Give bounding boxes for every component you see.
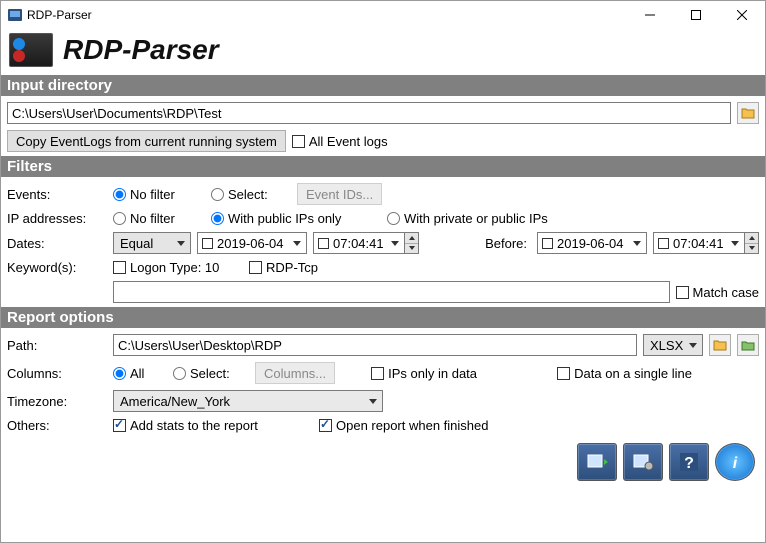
keyword-rdptcp-checkbox[interactable]: RDP-Tcp: [249, 260, 318, 275]
folder-icon: [741, 107, 755, 119]
folder-icon: [713, 339, 727, 351]
events-label: Events:: [7, 187, 107, 202]
date-to-picker[interactable]: 2019-06-04: [537, 232, 647, 254]
columns-button[interactable]: Columns...: [255, 362, 335, 384]
event-ids-button[interactable]: Event IDs...: [297, 183, 382, 205]
svg-text:?: ?: [684, 455, 694, 472]
dates-mode-dropdown[interactable]: Equal: [113, 232, 191, 254]
single-line-checkbox[interactable]: Data on a single line: [557, 366, 692, 381]
help-icon: ?: [678, 451, 700, 473]
info-icon: i: [724, 451, 746, 473]
open-report-checkbox[interactable]: Open report when finished: [319, 418, 488, 433]
others-label: Others:: [7, 418, 107, 433]
time-to-spinner[interactable]: [745, 232, 759, 254]
open-report-folder-button[interactable]: [737, 334, 759, 356]
time-from-spinner[interactable]: [405, 232, 419, 254]
help-button[interactable]: ?: [669, 443, 709, 481]
browse-report-path-button[interactable]: [709, 334, 731, 356]
run-button[interactable]: [577, 443, 617, 481]
ip-private-public-radio[interactable]: With private or public IPs: [387, 211, 548, 226]
input-directory-field[interactable]: [7, 102, 731, 124]
app-icon: [7, 7, 23, 23]
timezone-dropdown[interactable]: America/New_York: [113, 390, 383, 412]
maximize-button[interactable]: [673, 1, 719, 29]
report-path-label: Path:: [7, 338, 107, 353]
section-input-directory: Input directory: [1, 75, 765, 96]
time-from-picker[interactable]: 07:04:41: [313, 232, 405, 254]
copy-eventlogs-button[interactable]: Copy EventLogs from current running syst…: [7, 130, 286, 152]
all-event-logs-checkbox[interactable]: All Event logs: [292, 134, 388, 149]
dates-label: Dates:: [7, 236, 107, 251]
ips-only-checkbox[interactable]: IPs only in data: [371, 366, 521, 381]
timezone-label: Timezone:: [7, 394, 107, 409]
section-filters: Filters: [1, 156, 765, 177]
keyword-logon-checkbox[interactable]: Logon Type: 10: [113, 260, 243, 275]
ip-label: IP addresses:: [7, 211, 107, 226]
app-logo: [9, 33, 53, 67]
about-button[interactable]: i: [715, 443, 755, 481]
ip-no-filter-radio[interactable]: No filter: [113, 211, 205, 226]
before-label: Before:: [485, 236, 527, 251]
ip-public-only-radio[interactable]: With public IPs only: [211, 211, 381, 226]
svg-text:i: i: [733, 455, 738, 472]
date-from-picker[interactable]: 2019-06-04: [197, 232, 307, 254]
section-report-options: Report options: [1, 307, 765, 328]
report-format-dropdown[interactable]: XLSX: [643, 334, 703, 356]
window-title: RDP-Parser: [27, 8, 92, 22]
browse-input-dir-button[interactable]: [737, 102, 759, 124]
settings-button[interactable]: [623, 443, 663, 481]
time-to-picker[interactable]: 07:04:41: [653, 232, 745, 254]
keywords-label: Keyword(s):: [7, 260, 107, 275]
events-no-filter-radio[interactable]: No filter: [113, 187, 205, 202]
keyword-input[interactable]: [113, 281, 670, 303]
columns-label: Columns:: [7, 366, 107, 381]
report-path-field[interactable]: [113, 334, 637, 356]
play-icon: [586, 451, 608, 473]
add-stats-checkbox[interactable]: Add stats to the report: [113, 418, 313, 433]
columns-all-radio[interactable]: All: [113, 366, 167, 381]
events-select-radio[interactable]: Select:: [211, 187, 291, 202]
match-case-checkbox[interactable]: Match case: [676, 285, 759, 300]
columns-select-radio[interactable]: Select:: [173, 366, 249, 381]
folder-open-icon: [741, 339, 755, 351]
close-button[interactable]: [719, 1, 765, 29]
minimize-button[interactable]: [627, 1, 673, 29]
app-title: RDP-Parser: [63, 34, 219, 66]
gear-icon: [632, 451, 654, 473]
